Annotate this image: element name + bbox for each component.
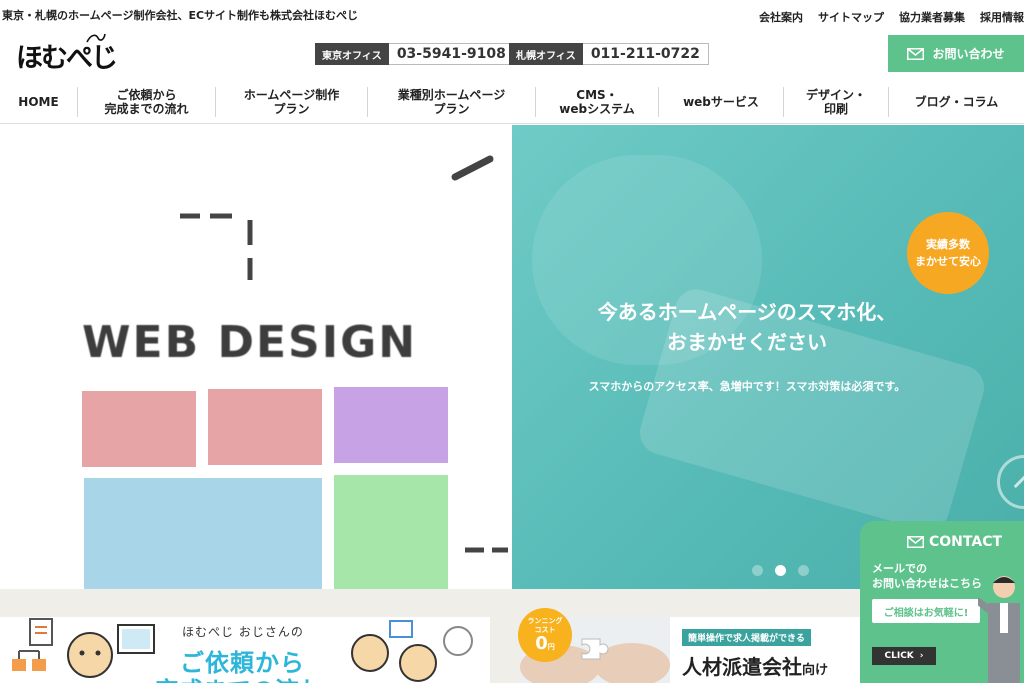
flow-banner-title: ほむぺじ おじさんの bbox=[182, 625, 304, 639]
slider-dots bbox=[752, 565, 809, 576]
design-block-purple bbox=[334, 387, 448, 463]
top-link-sitemap[interactable]: サイトマップ bbox=[818, 9, 884, 25]
global-nav: HOME ご依頼から 完成までの流れ ホームページ制作 プラン 業種別ホームペー… bbox=[0, 80, 1024, 124]
hero-slider[interactable]: WEB DESIGN 実績多数 まかせて安心 今あるホームページのスマホ化、 お… bbox=[0, 125, 1024, 589]
scroll-to-top-button[interactable] bbox=[997, 455, 1024, 509]
nav-item-cms[interactable]: CMS・ webシステム bbox=[536, 86, 659, 117]
office-tokyo-phone[interactable]: 03-5941-9108 bbox=[388, 43, 515, 65]
office-sapporo-phone[interactable]: 011-211-0722 bbox=[582, 43, 709, 65]
track-record-badge: 実績多数 まかせて安心 bbox=[907, 212, 989, 294]
chevron-up-icon bbox=[1013, 474, 1024, 498]
staff-person-image bbox=[978, 576, 1020, 683]
click-button[interactable]: CLICK › bbox=[872, 647, 936, 665]
top-link-recruit[interactable]: 採用情報 bbox=[980, 9, 1024, 25]
recruit-banner-tag: 簡単操作で求人掲載ができる bbox=[682, 629, 811, 646]
office-sapporo: 札幌オフィス 011-211-0722 bbox=[509, 43, 709, 65]
slider-dot-1[interactable] bbox=[752, 565, 763, 576]
nav-item-home[interactable]: HOME bbox=[0, 86, 78, 117]
floating-contact-panel[interactable]: CONTACT メールでの お問い合わせはこちら ご相談はお気軽に! CLICK… bbox=[860, 521, 1024, 683]
contact-button-label: お問い合わせ bbox=[932, 47, 1005, 61]
nav-item-flow[interactable]: ご依頼から 完成までの流れ bbox=[78, 86, 216, 117]
nav-item-design-print[interactable]: デザイン・ 印刷 bbox=[784, 86, 889, 117]
hero-right-slide: 実績多数 まかせて安心 今あるホームページのスマホ化、 おまかせください スマホ… bbox=[512, 125, 1024, 589]
uncle-character-icon bbox=[67, 624, 155, 678]
design-block-pink-2 bbox=[208, 389, 322, 465]
flow-banner[interactable]: ほむぺじ おじさんの ご依頼から 完成までの流れ bbox=[0, 617, 490, 683]
web-design-title: WEB DESIGN bbox=[82, 317, 418, 368]
running-cost-badge: ランニング コスト 0円 bbox=[518, 608, 572, 662]
design-block-pink-1 bbox=[82, 391, 196, 467]
nav-item-web-service[interactable]: webサービス bbox=[659, 86, 784, 117]
design-block-blue bbox=[84, 478, 322, 589]
top-link-partners[interactable]: 協力業者募集 bbox=[899, 9, 965, 25]
characters-icon bbox=[351, 620, 473, 682]
logo-swirl-icon bbox=[86, 33, 106, 43]
flowchart-icon bbox=[12, 618, 53, 671]
hero-headline: 今あるホームページのスマホ化、 おまかせください bbox=[597, 300, 897, 354]
nav-item-industry-plan[interactable]: 業種別ホームページ プラン bbox=[368, 86, 536, 117]
top-link-company[interactable]: 会社案内 bbox=[759, 9, 803, 25]
contact-panel-title: CONTACT bbox=[907, 534, 1002, 550]
slider-dot-2[interactable] bbox=[775, 565, 786, 576]
nav-item-plan[interactable]: ホームページ制作 プラン bbox=[216, 86, 368, 117]
flow-banner-main2: 完成までの流れ bbox=[155, 671, 323, 683]
office-tokyo: 東京オフィス 03-5941-9108 bbox=[315, 43, 515, 65]
site-logo[interactable]: ほむぺじ bbox=[16, 30, 118, 74]
recruit-banner-main: 人材派遣会社向け bbox=[682, 655, 829, 679]
site-tagline: 東京・札幌のホームページ制作会社、ECサイト制作も株式会社ほむぺじ bbox=[2, 9, 359, 22]
contact-button[interactable]: お問い合わせ bbox=[888, 35, 1024, 72]
top-strip: 東京・札幌のホームページ制作会社、ECサイト制作も株式会社ほむぺじ 会社案内 サ… bbox=[0, 0, 1024, 30]
mail-icon bbox=[907, 47, 925, 60]
contact-panel-text: メールでの お問い合わせはこちら bbox=[872, 562, 982, 590]
consult-bubble: ご相談はお気軽に! bbox=[872, 599, 980, 623]
slider-dot-3[interactable] bbox=[798, 565, 809, 576]
office-sapporo-label: 札幌オフィス bbox=[509, 43, 583, 65]
hero-subtext: スマホからのアクセス率、急増中です！スマホ対策は必須です。 bbox=[588, 380, 906, 393]
hero-left-slide: WEB DESIGN bbox=[0, 125, 512, 589]
nav-item-blog[interactable]: ブログ・コラム bbox=[889, 87, 1024, 117]
office-tokyo-label: 東京オフィス bbox=[315, 43, 389, 65]
top-links: 会社案内 サイトマップ 協力業者募集 採用情報 bbox=[759, 9, 1024, 25]
mail-icon bbox=[907, 536, 924, 548]
design-block-green bbox=[334, 475, 448, 589]
chevron-right-icon: › bbox=[919, 651, 924, 661]
